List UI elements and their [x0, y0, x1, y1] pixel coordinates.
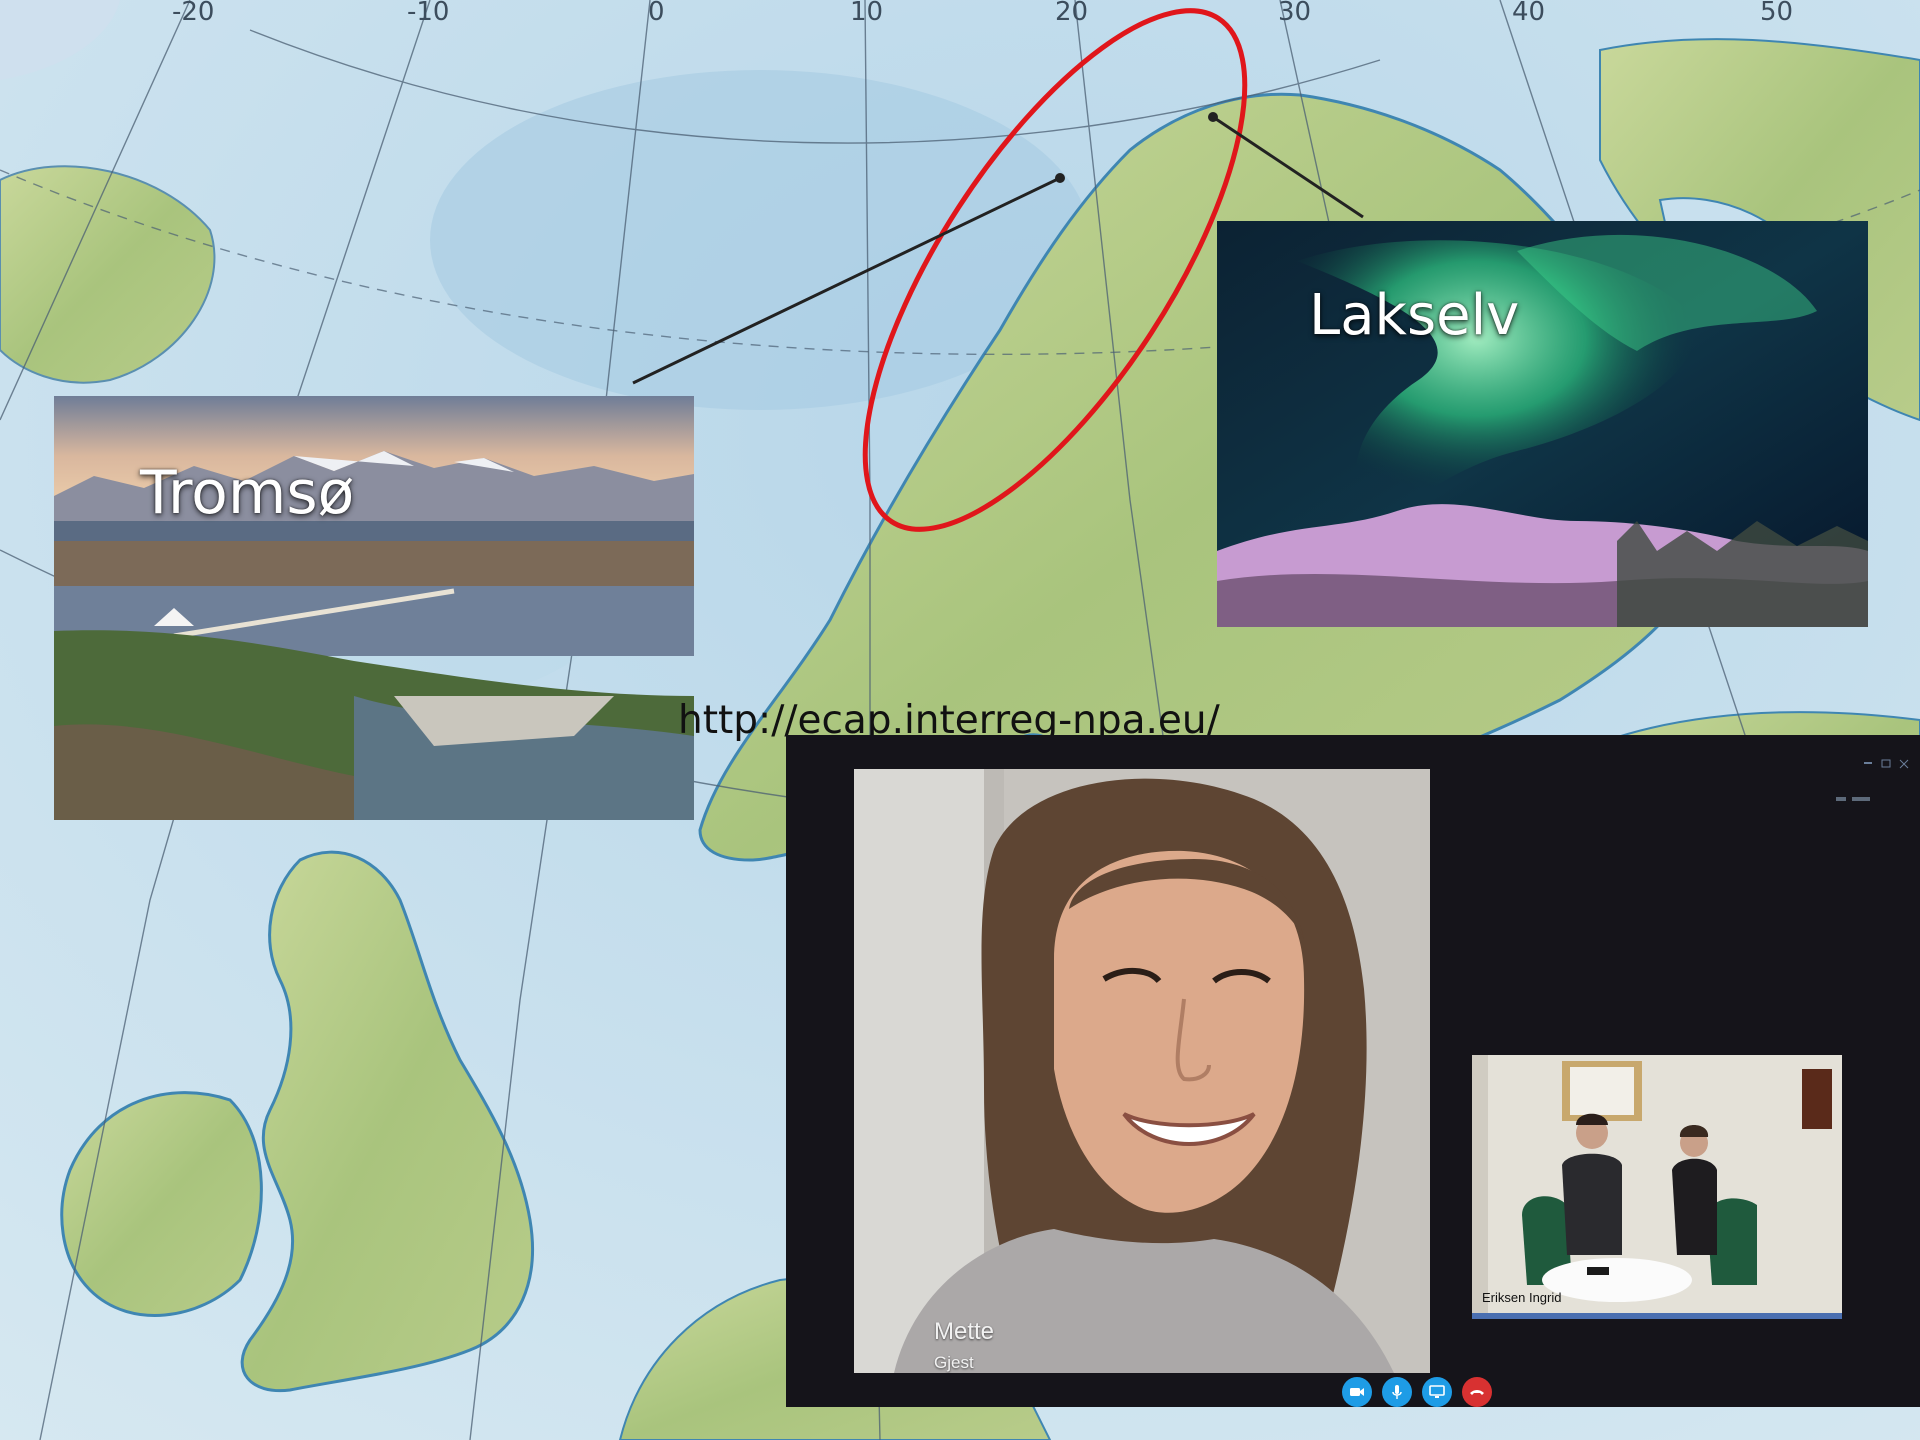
window-controls[interactable] [1864, 759, 1912, 769]
lakselv-label: Lakselv [1309, 283, 1520, 348]
longitude-label: 50 [1760, 0, 1793, 27]
screen-share-icon [1429, 1385, 1445, 1398]
longitude-label: 10 [850, 0, 883, 27]
screen-share-button[interactable] [1422, 1377, 1452, 1407]
call-controls-bar [1342, 1377, 1492, 1407]
aurora-image [1217, 221, 1868, 627]
longitude-label: -10 [407, 0, 449, 27]
microphone-icon [1392, 1385, 1402, 1399]
video-call-window: Mette Gjest Eriksen Ingrid [786, 735, 1920, 1407]
main-participant-video[interactable]: Mette Gjest [854, 769, 1430, 1373]
hang-up-button[interactable] [1462, 1377, 1492, 1407]
lakselv-photo: Lakselv [1217, 221, 1868, 627]
thumbnail-participant-name: Eriksen Ingrid [1482, 1290, 1562, 1305]
camera-icon [1350, 1388, 1364, 1396]
tromso-label: Tromsø [140, 458, 355, 528]
longitude-label: -20 [172, 0, 214, 27]
main-participant-name: Mette [934, 1318, 995, 1345]
participant-video-frame [854, 769, 1430, 1373]
call-status-indicator [1836, 797, 1870, 801]
hang-up-icon [1470, 1390, 1484, 1395]
longitude-label: 30 [1278, 0, 1311, 27]
room-video-frame [1472, 1055, 1842, 1319]
main-participant-role: Gjest [934, 1353, 974, 1372]
longitude-label: 0 [648, 0, 665, 27]
tromso-photo: Tromsø [54, 396, 694, 820]
thumbnail-participant-video[interactable]: Eriksen Ingrid [1472, 1055, 1842, 1319]
longitude-label: 40 [1512, 0, 1545, 27]
camera-button[interactable] [1342, 1377, 1372, 1407]
longitude-label: 20 [1055, 0, 1088, 27]
microphone-button[interactable] [1382, 1377, 1412, 1407]
